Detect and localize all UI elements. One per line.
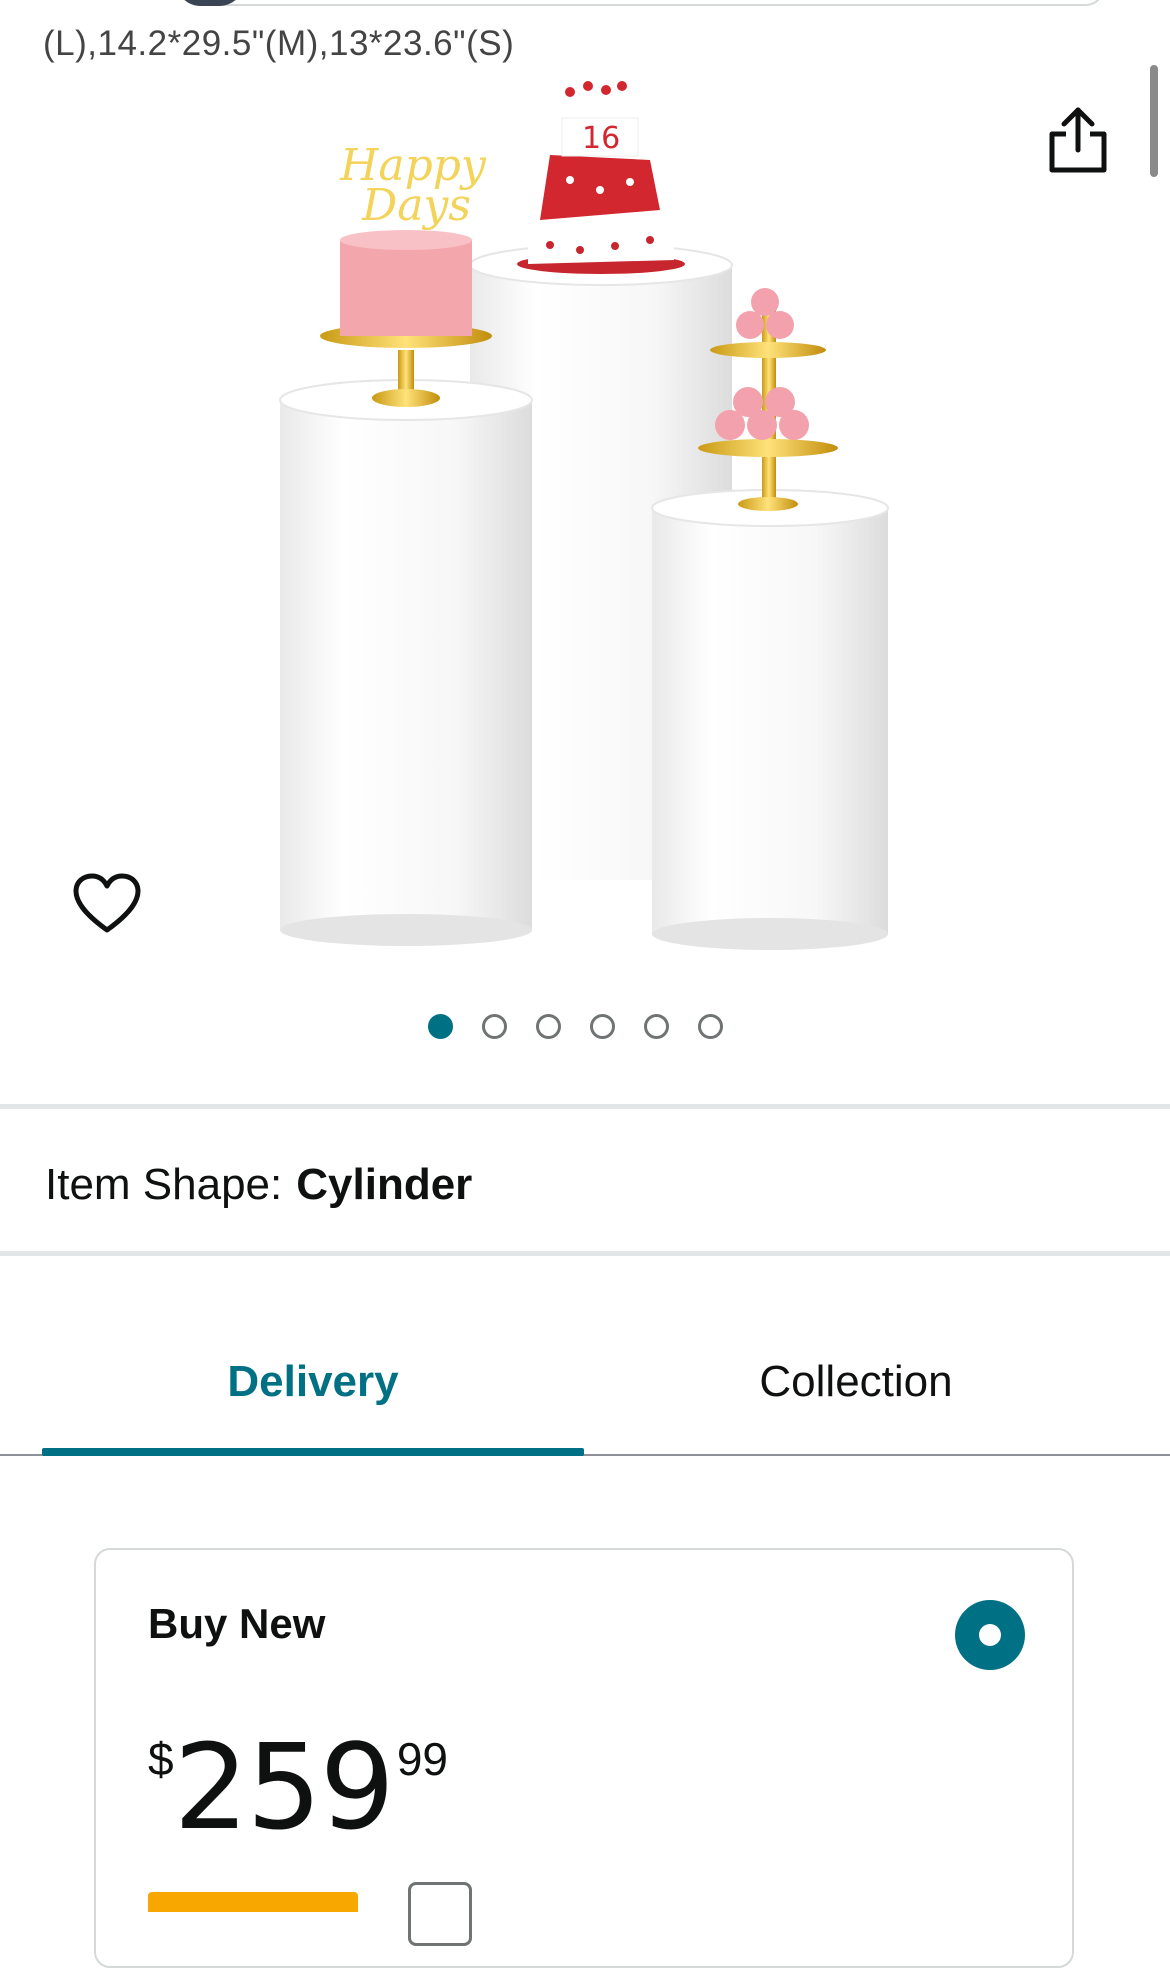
tab-collection[interactable]: Collection [584,1340,1128,1424]
carousel-dot-5[interactable] [644,1014,669,1039]
price: $25999 [148,1728,448,1846]
item-shape-value: Cylinder [296,1160,473,1209]
share-button[interactable] [1046,106,1110,176]
price-symbol: $ [148,1733,174,1785]
option-checkbox[interactable] [408,1882,472,1946]
product-size-line: (L),14.2*29.5"(M),13*23.6"(S) [43,24,515,63]
carousel-dot-4[interactable] [590,1014,615,1039]
carousel-dot-6[interactable] [698,1014,723,1039]
product-image-illustration: Happy Days 16 [279,81,889,950]
carousel-dot-3[interactable] [536,1014,561,1039]
top-partial-search-bar [180,0,1104,6]
heart-icon [73,873,141,933]
carousel-dot-1[interactable] [428,1014,453,1039]
tab-delivery[interactable]: Delivery [42,1340,584,1424]
image-carousel-dots [428,1014,723,1039]
buy-new-title: Buy New [148,1600,326,1647]
item-shape-row: Item Shape: Cylinder [45,1160,472,1210]
add-to-wishlist-button[interactable] [72,872,142,936]
scrollbar[interactable] [1150,65,1158,177]
fulfillment-tabs: Delivery Collection [0,1340,1170,1458]
section-divider [0,1104,1170,1109]
svg-text:Days: Days [361,180,471,231]
share-icon [1049,107,1107,173]
product-image[interactable]: Happy Days 16 [270,80,920,980]
carousel-dot-2[interactable] [482,1014,507,1039]
cake-number: 16 [582,121,620,156]
active-tab-indicator [42,1448,584,1456]
section-divider [0,1251,1170,1256]
deal-badge [148,1892,358,1912]
item-shape-label: Item Shape: [45,1160,283,1209]
price-whole: 259 [173,1718,395,1856]
buy-new-radio[interactable] [955,1600,1025,1670]
buy-new-card[interactable]: Buy New $25999 [94,1548,1074,1968]
price-fraction: 99 [396,1733,448,1785]
